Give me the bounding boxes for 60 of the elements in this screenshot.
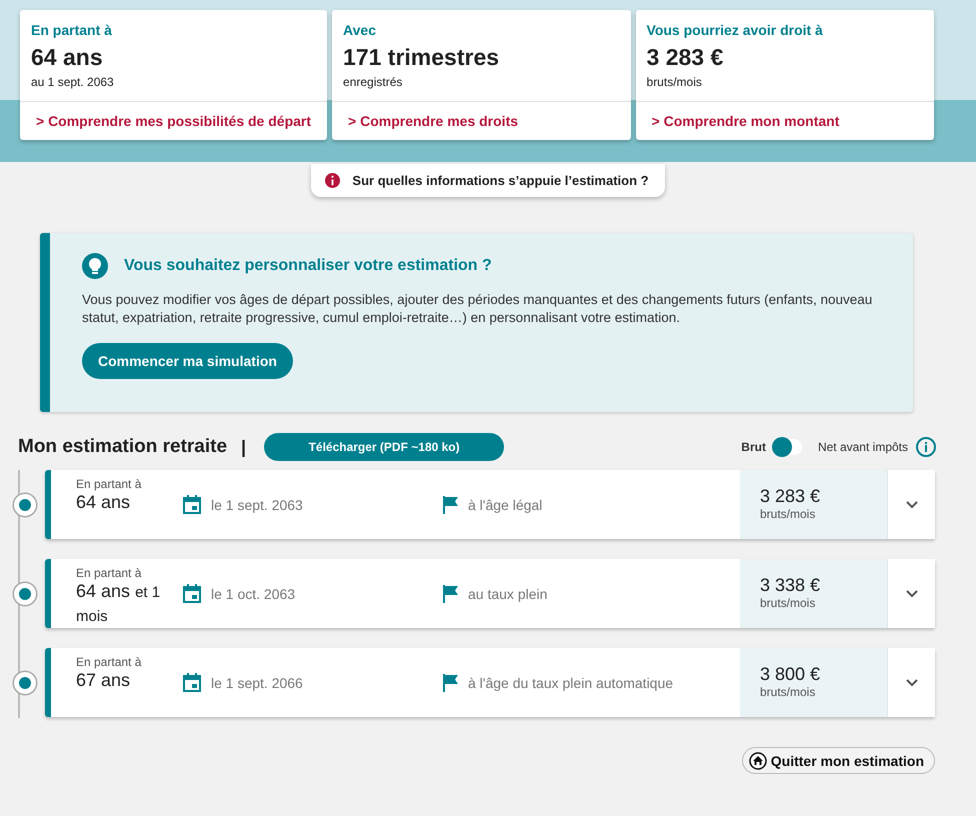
card-value: 3 283 € [646,44,724,71]
timeline-dot [14,672,36,694]
expand-button[interactable] [887,559,935,628]
card-label: Avec [343,22,377,38]
home-icon [748,752,767,770]
card-subtext: bruts/mois [646,75,703,89]
condition-text: à l'âge du taux plein automatique [468,674,674,690]
card-link[interactable]: > Comprendre mes droits [332,102,631,140]
expand-button[interactable] [887,648,935,717]
card-label: En partant à [31,22,113,38]
amount: 3 800 € [760,664,822,685]
start-simulation-button[interactable]: Commencer ma simulation [82,343,293,379]
amount: 3 283 € [760,486,822,507]
card-value: 171 trimestres [343,44,500,71]
date-text: le 1 sept. 2066 [211,674,303,690]
amount-unit: bruts/mois [760,685,816,699]
card-subtext: au 1 sept. 2063 [31,75,115,89]
toggle-label: Brut [741,440,766,454]
flag-icon [443,496,459,514]
banner-text: Vous pouvez modifier vos âges de départ possibles, ajouter des périodes manquantes et des changements futurs (enfants, nouveau statut, expatriation, retraite progressive, cumul emploi-retraite…) en personnalisant votre estimation. [82,291,874,327]
card-value: 64 ans [31,44,104,71]
card-subtext: enregistrés [343,75,404,89]
expand-button[interactable] [887,470,935,539]
calendar-icon [182,672,202,692]
quit-button[interactable]: Quitter mon estimation [742,747,935,774]
toggle-switch[interactable] [774,439,802,455]
amount-unit: bruts/mois [760,507,816,521]
date-text: le 1 oct. 2063 [211,586,296,602]
condition-text: au taux plein [468,586,548,602]
info-button[interactable]: Sur quelles informations s’appuie l’estimation ? [311,164,665,197]
flag-icon [443,584,459,602]
calendar-icon [182,584,202,604]
card-label: Vous pourriez avoir droit à [646,22,824,38]
card-link[interactable]: > Comprendre mes possibilités de départ [20,102,328,140]
timeline-dot [14,494,36,516]
chevron-icon [906,678,918,686]
card-link[interactable]: > Comprendre mon montant [636,102,934,140]
lightbulb-icon [82,253,108,279]
row-caption: En partant à [76,477,142,491]
toggle-label: Net avant impôts [818,440,908,454]
banner-title: Vous souhaitez personnaliser votre estimation ? [124,257,492,275]
separator: | [241,436,246,458]
age-text: 64 ans et 1 mois [76,580,162,627]
row-caption: En partant à [76,566,142,580]
date-text: le 1 sept. 2063 [211,496,303,512]
amount: 3 338 € [760,575,822,596]
flag-icon [443,674,459,692]
chevron-icon [906,590,918,598]
age-text: 64 ans [76,491,132,514]
amount-unit: bruts/mois [760,596,816,610]
info-icon[interactable] [916,437,936,457]
calendar-icon [182,494,202,514]
section-title: Mon estimation retraite [18,436,228,458]
row-caption: En partant à [76,655,142,669]
chevron-icon [906,500,918,508]
condition-text: à l'âge légal [468,496,542,512]
info-icon [325,173,340,188]
timeline-dot [14,582,36,604]
download-button[interactable]: Télécharger (PDF ~180 ko) [264,433,504,461]
age-text: 67 ans [76,669,132,692]
